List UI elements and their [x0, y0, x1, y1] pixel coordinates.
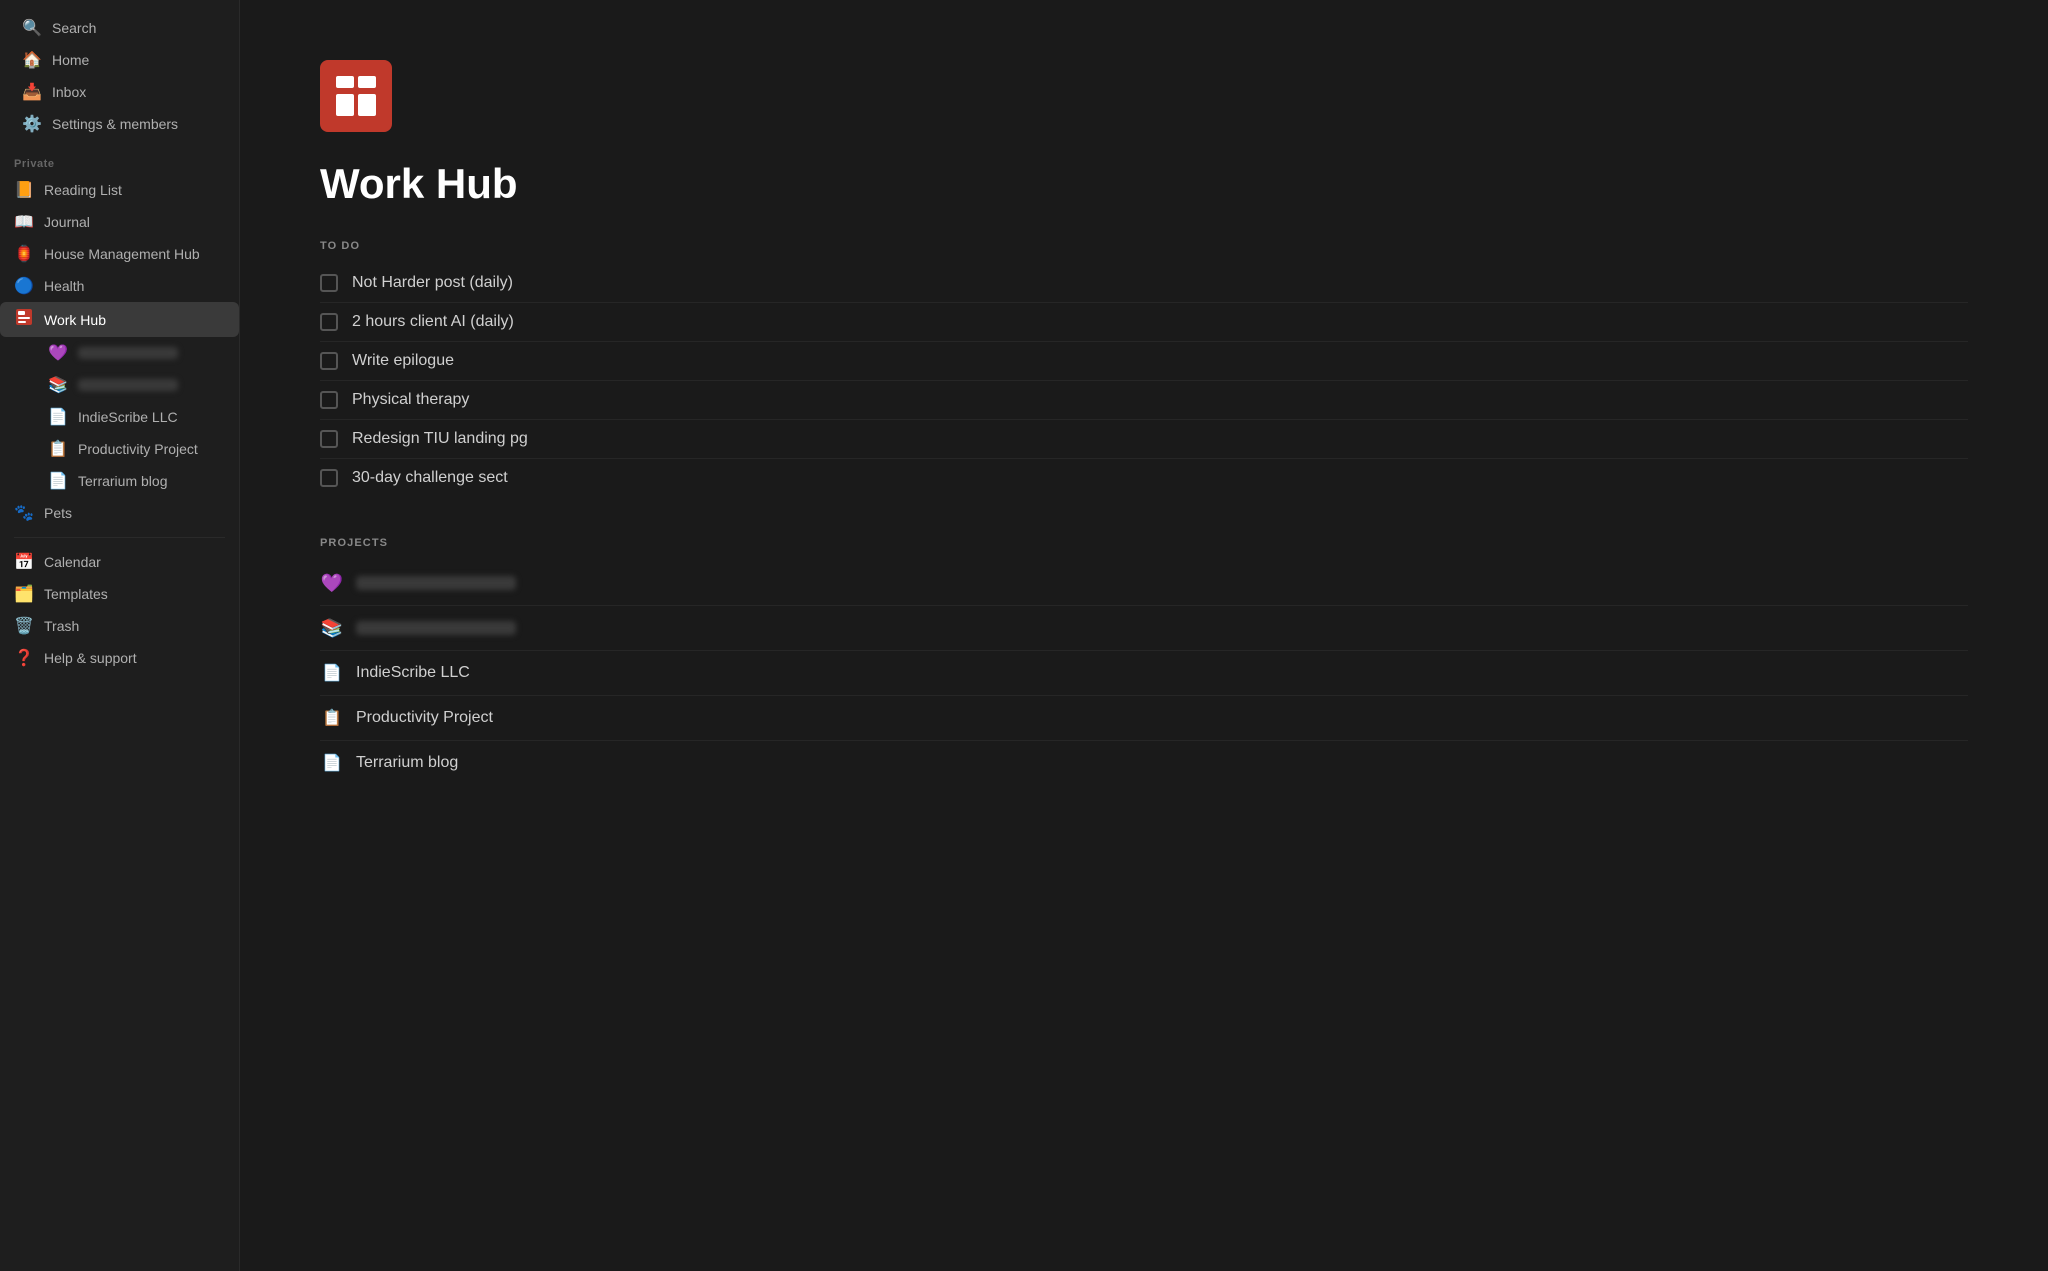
sidebar-item-house-management[interactable]: 🏮 House Management Hub: [0, 238, 239, 270]
home-icon: 🏠: [22, 50, 42, 70]
project-item-blurred-1[interactable]: 💜: [320, 561, 1968, 606]
project-item-productivity[interactable]: 📋 Productivity Project: [320, 696, 1968, 741]
main-content: Work Hub TO DO Not Harder post (daily) 2…: [240, 0, 2048, 1271]
trash-icon: 🗑️: [14, 616, 34, 636]
todo-text-1: Not Harder post (daily): [352, 274, 513, 292]
sidebar-item-trash[interactable]: 🗑️ Trash: [0, 610, 239, 642]
work-hub-icon: [14, 308, 34, 331]
sidebar-item-terrarium[interactable]: 📄 Terrarium blog: [0, 465, 239, 497]
checkbox-3[interactable]: [320, 352, 338, 370]
project-blurred-bar-1: [356, 576, 516, 590]
calendar-icon: 📅: [14, 552, 34, 572]
sidebar-item-blurred-1[interactable]: 💜: [0, 337, 239, 369]
list-icon-productivity: 📋: [48, 439, 68, 459]
sidebar-label-productivity: Productivity Project: [78, 441, 198, 457]
doc-icon-proj-terrarium: 📄: [320, 751, 344, 775]
health-icon: 🔵: [14, 276, 34, 296]
sidebar-label-help: Help & support: [44, 650, 137, 666]
todo-item-2: 2 hours client AI (daily): [320, 303, 1968, 342]
sidebar-label-work-hub: Work Hub: [44, 312, 106, 328]
todo-text-4: Physical therapy: [352, 391, 469, 409]
sidebar-label-house: House Management Hub: [44, 246, 200, 262]
todo-item-4: Physical therapy: [320, 381, 1968, 420]
doc-icon-indie: 📄: [48, 407, 68, 427]
project-item-indie[interactable]: 📄 IndieScribe LLC: [320, 651, 1968, 696]
help-icon: ❓: [14, 648, 34, 668]
sidebar-item-journal[interactable]: 📖 Journal: [0, 206, 239, 238]
project-item-terrarium[interactable]: 📄 Terrarium blog: [320, 741, 1968, 785]
private-section-label: Private: [0, 148, 239, 174]
project-icon-blurred-1: 💜: [320, 571, 344, 595]
sidebar-item-calendar[interactable]: 📅 Calendar: [0, 546, 239, 578]
settings-icon: ⚙️: [22, 114, 42, 134]
sidebar-item-search[interactable]: 🔍 Search: [8, 12, 231, 44]
sidebar-label-search: Search: [52, 20, 96, 36]
todo-item-1: Not Harder post (daily): [320, 264, 1968, 303]
todo-item-3: Write epilogue: [320, 342, 1968, 381]
checkbox-2[interactable]: [320, 313, 338, 331]
sidebar-label-inbox: Inbox: [52, 84, 86, 100]
inbox-icon: 📥: [22, 82, 42, 102]
sidebar-divider: [14, 537, 225, 538]
project-blurred-bar-2: [356, 621, 516, 635]
sidebar-label-terrarium: Terrarium blog: [78, 473, 167, 489]
journal-icon: 📖: [14, 212, 34, 232]
sidebar-item-health[interactable]: 🔵 Health: [0, 270, 239, 302]
list-icon-proj-productivity: 📋: [320, 706, 344, 730]
todo-item-5: Redesign TIU landing pg: [320, 420, 1968, 459]
sidebar-label-settings: Settings & members: [52, 116, 178, 132]
sidebar-item-work-hub[interactable]: Work Hub: [0, 302, 239, 337]
search-icon: 🔍: [22, 18, 42, 38]
page-title: Work Hub: [320, 160, 1968, 208]
sidebar-label-health: Health: [44, 278, 84, 294]
sidebar-label-pets: Pets: [44, 505, 72, 521]
project-label-indie: IndieScribe LLC: [356, 664, 470, 682]
sidebar-item-help[interactable]: ❓ Help & support: [0, 642, 239, 674]
doc-icon-proj-indie: 📄: [320, 661, 344, 685]
sidebar-label-calendar: Calendar: [44, 554, 101, 570]
sidebar: 🔍 Search 🏠 Home 📥 Inbox ⚙️ Settings & me…: [0, 0, 240, 1271]
sidebar-label-reading-list: Reading List: [44, 182, 122, 198]
todo-text-2: 2 hours client AI (daily): [352, 313, 514, 331]
pets-icon: 🐾: [14, 503, 34, 523]
sidebar-label-indie: IndieScribe LLC: [78, 409, 178, 425]
project-item-blurred-2[interactable]: 📚: [320, 606, 1968, 651]
sidebar-item-templates[interactable]: 🗂️ Templates: [0, 578, 239, 610]
todo-text-5: Redesign TIU landing pg: [352, 430, 528, 448]
todo-list: Not Harder post (daily) 2 hours client A…: [320, 264, 1968, 497]
sidebar-label-templates: Templates: [44, 586, 108, 602]
house-icon: 🏮: [14, 244, 34, 264]
sidebar-item-blurred-2[interactable]: 📚: [0, 369, 239, 401]
checkbox-1[interactable]: [320, 274, 338, 292]
sidebar-item-indie-scribe[interactable]: 📄 IndieScribe LLC: [0, 401, 239, 433]
templates-icon: 🗂️: [14, 584, 34, 604]
project-icon-blurred-2: 📚: [320, 616, 344, 640]
todo-section-label: TO DO: [320, 240, 1968, 252]
sidebar-label-journal: Journal: [44, 214, 90, 230]
sidebar-item-productivity[interactable]: 📋 Productivity Project: [0, 433, 239, 465]
sidebar-item-pets[interactable]: 🐾 Pets: [0, 497, 239, 529]
projects-list: 💜 📚 📄 IndieScribe LLC 📋 Productivity Pro…: [320, 561, 1968, 785]
project-label-terrarium: Terrarium blog: [356, 754, 458, 772]
page-icon: [320, 60, 392, 132]
todo-text-3: Write epilogue: [352, 352, 454, 370]
checkbox-4[interactable]: [320, 391, 338, 409]
reading-list-icon: 📙: [14, 180, 34, 200]
sidebar-item-reading-list[interactable]: 📙 Reading List: [0, 174, 239, 206]
project-label-productivity: Productivity Project: [356, 709, 493, 727]
doc-icon-terrarium: 📄: [48, 471, 68, 491]
checkbox-6[interactable]: [320, 469, 338, 487]
todo-item-6: 30-day challenge sect: [320, 459, 1968, 497]
sidebar-item-settings[interactable]: ⚙️ Settings & members: [8, 108, 231, 140]
sidebar-item-inbox[interactable]: 📥 Inbox: [8, 76, 231, 108]
sidebar-item-home[interactable]: 🏠 Home: [8, 44, 231, 76]
sidebar-label-home: Home: [52, 52, 89, 68]
todo-text-6: 30-day challenge sect: [352, 469, 508, 487]
checkbox-5[interactable]: [320, 430, 338, 448]
sidebar-label-trash: Trash: [44, 618, 79, 634]
projects-section-label: PROJECTS: [320, 537, 1968, 549]
